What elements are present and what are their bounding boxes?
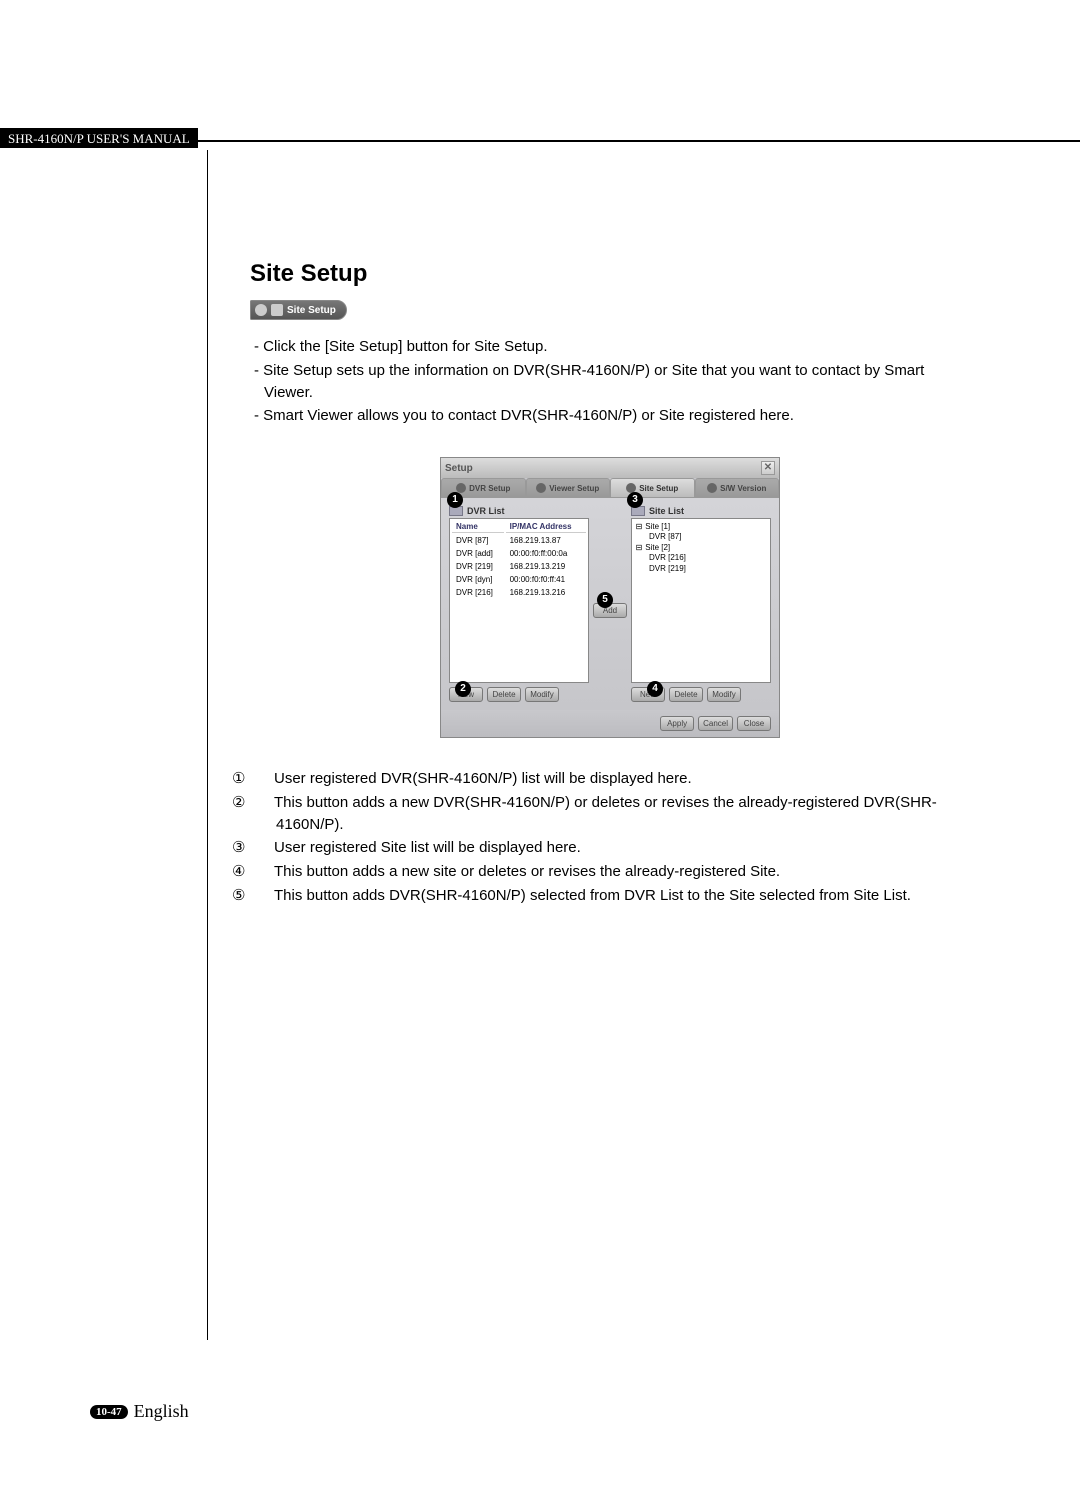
- callout-2: 2: [455, 681, 471, 697]
- table-row: DVR [87]168.219.13.87: [452, 535, 586, 546]
- wrench-icon: [271, 304, 283, 316]
- site-list-title: Site List: [649, 506, 684, 516]
- intro-line-2: - Site Setup sets up the information on …: [250, 360, 970, 404]
- site-list-panel: Site List ⊟ Site [1] DVR [87] ⊟ Site [2]…: [631, 506, 771, 702]
- table-row: DVR [dyn]00:00:f0:f0:ff:41: [452, 574, 586, 585]
- section-title: Site Setup: [250, 260, 970, 288]
- tree-dvr[interactable]: DVR [87]: [635, 532, 767, 542]
- tab-sw-version[interactable]: S/W Version: [695, 478, 780, 498]
- close-button[interactable]: Close: [737, 716, 771, 731]
- tab-viewer-setup[interactable]: Viewer Setup: [526, 478, 611, 498]
- callout-3: 3: [627, 492, 643, 508]
- globe-icon: [255, 304, 267, 316]
- tab-dvr-label: DVR Setup: [469, 484, 510, 493]
- dvr-modify-button[interactable]: Modify: [525, 687, 559, 702]
- main-content: Site Setup Site Setup - Click the [Site …: [250, 260, 970, 907]
- numbered-notes: ①User registered DVR(SHR-4160N/P) list w…: [250, 768, 970, 907]
- page-header: SHR-4160N/P USER'S MANUAL: [0, 128, 1080, 148]
- tab-viewer-label: Viewer Setup: [549, 484, 599, 493]
- dvr-delete-button[interactable]: Delete: [487, 687, 521, 702]
- col-ip: IP/MAC Address: [506, 521, 586, 533]
- note-3: ③User registered Site list will be displ…: [250, 837, 970, 859]
- note-4: ④This button adds a new site or deletes …: [250, 861, 970, 883]
- site-modify-button[interactable]: Modify: [707, 687, 741, 702]
- tab-site-setup[interactable]: Site Setup: [610, 478, 695, 498]
- page-language: English: [134, 1401, 189, 1422]
- tab-sw-label: S/W Version: [720, 484, 766, 493]
- manual-title: SHR-4160N/P USER'S MANUAL: [0, 128, 198, 148]
- cancel-button[interactable]: Cancel: [698, 716, 733, 731]
- badge-label: Site Setup: [287, 305, 336, 316]
- dvr-list-panel: DVR List Name IP/MAC Address DVR [87]168…: [449, 506, 589, 702]
- close-button[interactable]: ✕: [761, 461, 775, 475]
- site-setup-badge: Site Setup: [250, 300, 347, 320]
- dvr-list-title: DVR List: [467, 506, 505, 516]
- vertical-divider: [207, 150, 208, 1340]
- intro-line-3: - Smart Viewer allows you to contact DVR…: [250, 405, 970, 427]
- table-row: DVR [216]168.219.13.216: [452, 587, 586, 598]
- setup-dialog: 1 2 3 4 5 Setup ✕ DVR Setup Viewer Setup…: [440, 457, 780, 738]
- note-2: ②This button adds a new DVR(SHR-4160N/P)…: [250, 792, 970, 836]
- dialog-title: Setup: [445, 463, 473, 474]
- site-listbox[interactable]: ⊟ Site [1] DVR [87] ⊟ Site [2] DVR [216]…: [631, 518, 771, 683]
- tab-site-label: Site Setup: [639, 484, 678, 493]
- table-row: DVR [219]168.219.13.219: [452, 561, 586, 572]
- tree-dvr[interactable]: DVR [216]: [635, 553, 767, 563]
- tree-dvr[interactable]: DVR [219]: [635, 564, 767, 574]
- note-5: ⑤This button adds DVR(SHR-4160N/P) selec…: [250, 885, 970, 907]
- callout-1: 1: [447, 492, 463, 508]
- intro-line-1: - Click the [Site Setup] button for Site…: [250, 336, 970, 358]
- callout-4: 4: [647, 681, 663, 697]
- note-1: ①User registered DVR(SHR-4160N/P) list w…: [250, 768, 970, 790]
- intro-bullets: - Click the [Site Setup] button for Site…: [250, 336, 970, 427]
- tree-site-2[interactable]: ⊟ Site [2]: [635, 543, 767, 553]
- table-row: DVR [add]00:00:f0:ff:00:0a: [452, 548, 586, 559]
- tree-site-1[interactable]: ⊟ Site [1]: [635, 522, 767, 532]
- viewer-icon: [536, 483, 546, 493]
- dialog-footer: Apply Cancel Close: [441, 710, 779, 737]
- site-delete-button[interactable]: Delete: [669, 687, 703, 702]
- header-rule: [198, 128, 1080, 142]
- dialog-tabs: DVR Setup Viewer Setup Site Setup S/W Ve…: [441, 478, 779, 498]
- callout-5: 5: [597, 592, 613, 608]
- page-number: 10-47: [90, 1405, 128, 1419]
- page-footer: 10-47 English: [90, 1401, 189, 1422]
- dialog-titlebar: Setup ✕: [441, 458, 779, 478]
- dvr-listbox[interactable]: Name IP/MAC Address DVR [87]168.219.13.8…: [449, 518, 589, 683]
- col-name: Name: [452, 521, 504, 533]
- info-icon: [707, 483, 717, 493]
- apply-button[interactable]: Apply: [660, 716, 694, 731]
